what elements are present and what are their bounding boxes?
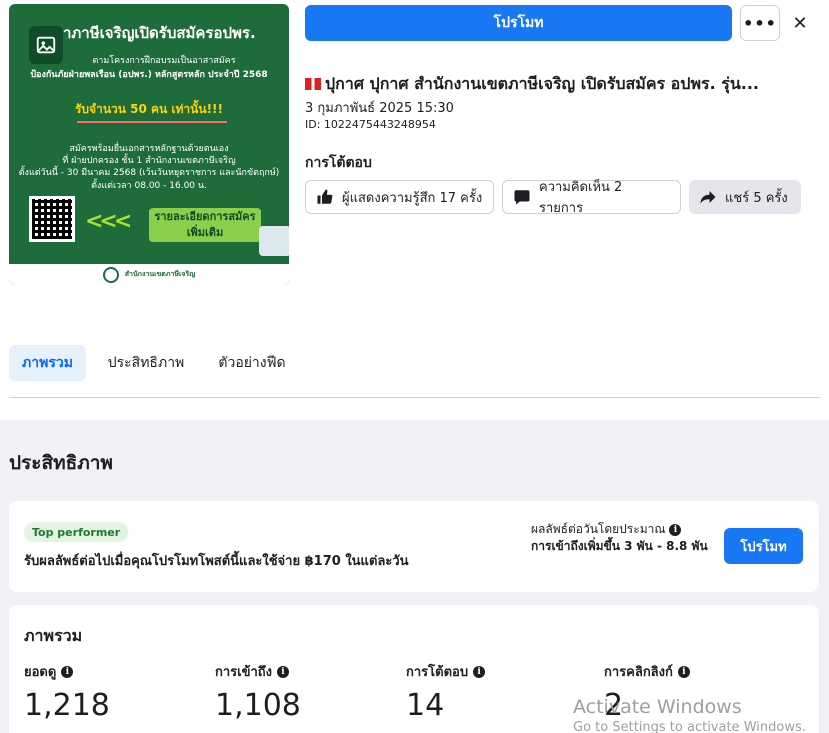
post-id: ID: 1022475443248954: [305, 118, 436, 131]
interactions-heading: การโต้ตอบ: [305, 155, 372, 171]
metric-label: การโต้ตอบ: [406, 665, 469, 680]
qr-code: [29, 196, 75, 242]
metric-views: ยอดดู i 1,218: [24, 661, 110, 723]
top-performer-badge: Top performer: [24, 522, 129, 542]
poster-info-line: ตั้งแต่วันนี้ - 30 มีนาคม 2568 (เว้นวันห…: [18, 168, 280, 178]
metric-reach: การเข้าถึง i 1,108: [215, 661, 301, 723]
estimated-results-label: ผลลัพธ์ต่อวันโดยประมาณ i: [531, 520, 682, 539]
shares-label: แชร์ 5 ครั้ง: [725, 190, 788, 206]
promotion-description: รับผลลัพธ์ต่อไปเมื่อคุณโปรโมทโพสต์นี้และ…: [24, 554, 409, 569]
poster-illustration: [259, 226, 289, 256]
post-title: ปุกาศ ปุกาศ สำนักงานเขตภาษีเจริญ เปิดรับ…: [305, 72, 821, 97]
estimated-results-value: การเข้าถึงเพิ่มขึ้น 3 พัน - 8.8 พัน: [531, 539, 708, 553]
info-icon[interactable]: i: [473, 665, 486, 678]
promote-button[interactable]: โปรโมท: [305, 5, 732, 41]
info-icon[interactable]: i: [669, 523, 682, 536]
performance-title: ประสิทธิภาพ: [9, 452, 113, 474]
poster-quota: รับจำนวน 50 คน เท่านั้น!!!: [74, 102, 223, 116]
metric-label: ยอดดู: [24, 665, 57, 680]
metric-value: 1,218: [24, 688, 110, 723]
comment-icon: [514, 190, 530, 205]
poster-subtitle: ตามโครงการฝึกอบรมเป็นอาสาสมัคร: [92, 56, 236, 66]
watermark-subtitle: Go to Settings to activate Windows.: [573, 720, 806, 733]
poster-quota-underline: [77, 121, 227, 123]
poster-footer: สำนักงานเขตภาษีเจริญ: [9, 261, 289, 285]
estimated-results-text: ผลลัพธ์ต่อวันโดยประมาณ: [531, 522, 666, 536]
close-icon[interactable]: ✕: [788, 9, 812, 37]
info-icon[interactable]: i: [277, 665, 290, 678]
reactions-button[interactable]: ผู้แสดงความรู้สึก 17 ครั้ง: [305, 180, 494, 214]
promote-post-button[interactable]: โปรโมท: [724, 528, 803, 564]
metric-value: 14: [406, 688, 445, 723]
poster-info-line: ตั้งแต่เวลา 08.00 - 16.00 น.: [91, 181, 207, 191]
thumbs-up-icon: [317, 189, 333, 204]
tabs-divider: [9, 397, 820, 398]
post-image[interactable]: าภาษีเจริญเปิดรับสมัครอปพร. ตามโครงการฝึ…: [9, 4, 289, 285]
poster-footer-org: สำนักงานเขตภาษีเจริญ: [124, 270, 196, 278]
overview-title: ภาพรวม: [24, 626, 83, 645]
metric-engagement: การโต้ตอบ i 14: [406, 661, 486, 723]
comments-button[interactable]: ความคิดเห็น 2 รายการ: [502, 180, 681, 216]
poster-details-label: รายละเอียดการสมัคร เพิ่มเติม: [149, 208, 261, 242]
more-options-button[interactable]: •••: [740, 5, 780, 41]
activate-windows-watermark: Activate Windows Go to Settings to activ…: [573, 696, 806, 733]
comments-label: ความคิดเห็น 2 รายการ: [539, 180, 623, 216]
info-icon[interactable]: i: [677, 665, 690, 678]
tab-performance[interactable]: ประสิทธิภาพ: [100, 345, 192, 381]
shares-button[interactable]: แชร์ 5 ครั้ง: [689, 180, 801, 214]
poster-info-line: สมัครพร้อมยื่นเอกสารหลักฐานด้วยตนเอง: [69, 144, 229, 154]
metric-value: 1,108: [215, 688, 301, 723]
megaphone-icon: [305, 78, 321, 90]
district-seal-icon: [102, 266, 119, 283]
info-icon[interactable]: i: [61, 665, 74, 678]
post-title-text: ปุกาศ ปุกาศ สำนักงานเขตภาษีเจริญ เปิดรับ…: [325, 74, 759, 93]
reactions-label: ผู้แสดงความรู้สึก 17 ครั้ง: [342, 190, 483, 206]
tab-overview[interactable]: ภาพรวม: [9, 345, 86, 381]
poster-subtitle-2: ป้องกันภัยฝ่ายพลเรือน (อปพร.) หลักสูตรหล…: [30, 70, 268, 80]
poster-headline: าภาษีเจริญเปิดรับสมัครอปพร.: [63, 24, 256, 42]
metric-label: การเข้าถึง: [215, 665, 273, 680]
metric-label: การคลิกลิงก์: [604, 665, 673, 680]
top-performer-card: Top performer รับผลลัพธ์ต่อไปเมื่อคุณโปร…: [9, 501, 819, 592]
share-icon: [700, 191, 716, 204]
post-date: 3 กุมภาพันธ์ 2025 15:30: [305, 101, 454, 116]
watermark-title: Activate Windows: [573, 696, 742, 718]
poster-arrows: <<<: [85, 209, 132, 234]
tab-feed-preview[interactable]: ตัวอย่างฟีด: [210, 345, 294, 381]
poster-info-line: ที่ ฝ่ายปกครอง ชั้น 1 สำนักงานเขตภาษีเจร…: [62, 156, 236, 166]
